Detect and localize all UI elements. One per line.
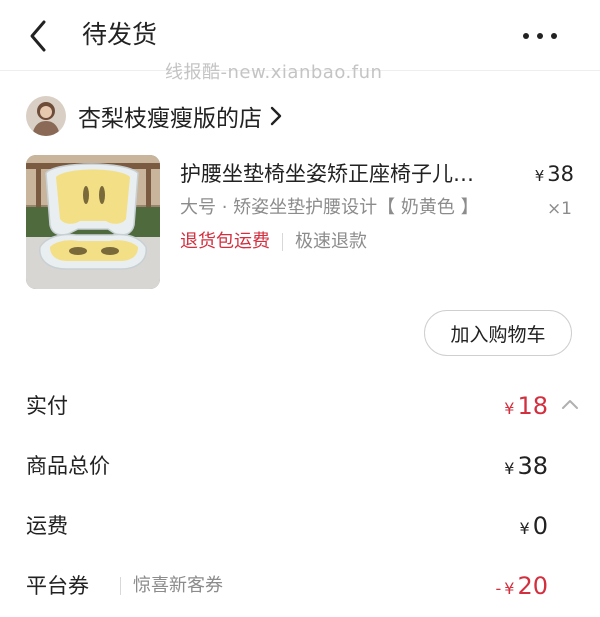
total-label: 商品总价 <box>26 454 110 478</box>
tag-fast-refund: 极速退款 <box>295 231 367 252</box>
product-title[interactable]: 护腰坐垫椅坐姿矫正座椅子儿… <box>180 158 510 190</box>
coupon-value: 20 <box>517 572 548 600</box>
shipping-value: 0 <box>532 512 548 540</box>
product-price-value: 38 <box>547 162 574 186</box>
add-to-cart-button[interactable]: 加入购物车 <box>424 310 572 356</box>
coupon-desc: 惊喜新客券 <box>120 566 223 606</box>
shipping-amount: ¥0 <box>520 506 548 549</box>
product-quantity: ×1 <box>546 199 572 219</box>
paid-amount: ¥18 <box>504 386 548 429</box>
paid-row[interactable]: 实付 ¥18 <box>26 386 582 426</box>
coupon-divider <box>120 577 121 595</box>
total-value: 38 <box>517 452 548 480</box>
back-arrow-icon[interactable] <box>26 18 54 54</box>
tag-free-return-shipping: 退货包运费 <box>180 231 270 252</box>
paid-value: 18 <box>517 392 548 420</box>
coupon-row: 平台券 惊喜新客券 - ¥20 <box>26 566 582 606</box>
shop-avatar <box>26 96 66 136</box>
total-amount: ¥38 <box>504 446 548 489</box>
coupon-amount: - ¥20 <box>495 566 548 609</box>
chevron-up-icon[interactable] <box>560 397 580 411</box>
more-dots-icon[interactable] <box>520 26 560 46</box>
product-image[interactable] <box>26 155 160 289</box>
page-title: 待发货 <box>82 20 158 49</box>
shipping-label: 运费 <box>26 514 68 538</box>
tag-divider <box>282 233 283 251</box>
product-spec: 大号 · 矫姿坐垫护腰设计【 奶黄色 】 <box>180 197 479 218</box>
currency-symbol: ¥ <box>504 399 515 418</box>
currency-symbol: ¥ <box>519 519 530 538</box>
coupon-label: 平台券 <box>26 574 89 598</box>
total-row: 商品总价 ¥38 <box>26 446 582 486</box>
service-tags: 退货包运费 极速退款 <box>180 229 367 255</box>
shipping-row: 运费 ¥0 <box>26 506 582 546</box>
watermark-text: 线报酷-new.xianbao.fun <box>165 62 383 83</box>
currency-symbol: ¥ <box>504 579 515 598</box>
product-price: ¥38 <box>535 158 574 192</box>
paid-label: 实付 <box>26 394 68 418</box>
minus-sign: - <box>495 579 502 598</box>
shop-name: 杏梨枝瘦瘦版的店 <box>78 106 262 132</box>
coupon-desc-text: 惊喜新客券 <box>133 575 223 596</box>
shop-link[interactable]: 杏梨枝瘦瘦版的店 <box>26 96 282 136</box>
currency-symbol: ¥ <box>504 459 515 478</box>
chevron-right-icon <box>270 106 282 126</box>
currency-symbol: ¥ <box>534 167 545 185</box>
